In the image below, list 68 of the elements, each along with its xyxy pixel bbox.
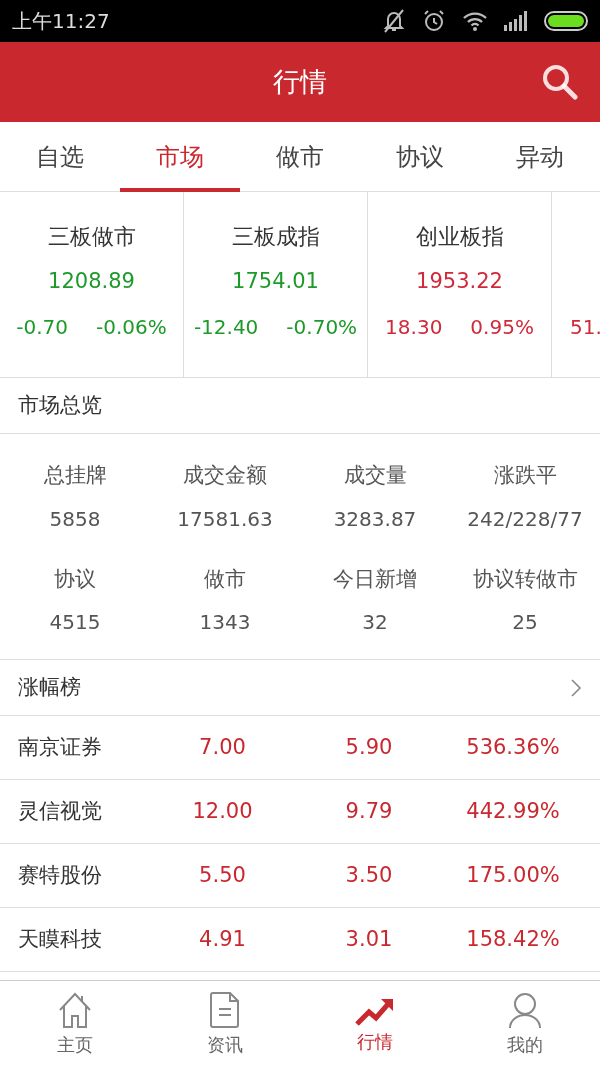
index-value: 1953.22 <box>416 268 503 295</box>
stock-price: 5.50 <box>198 861 247 889</box>
user-icon <box>507 990 543 1029</box>
nav-tab[interactable]: 我的 <box>450 981 600 1067</box>
stock-change: 3.01 <box>344 925 394 953</box>
stat-value: 1343 <box>198 609 252 636</box>
stat-value: 32 <box>361 609 389 636</box>
stat-value: 3283.87 <box>332 505 418 533</box>
index-change: 18.30 <box>385 313 443 341</box>
stat-label: 做市 <box>203 565 247 593</box>
stock-change: 5.90 <box>344 733 394 761</box>
stock-change: 9.79 <box>344 797 394 825</box>
index-change: 51. <box>570 313 600 341</box>
section-title: 涨幅榜 <box>18 673 81 701</box>
stat-value: 242/228/77 <box>466 505 584 533</box>
stock-price: 7.00 <box>198 733 247 761</box>
search-icon[interactable] <box>542 64 578 100</box>
chevron-right-icon <box>570 677 582 698</box>
stock-price: 4.91 <box>198 925 247 953</box>
home-icon <box>57 990 93 1029</box>
stock-percent: 442.99% <box>465 797 561 825</box>
stock-percent: 158.42% <box>465 925 561 953</box>
index-percent: 0.95% <box>470 313 534 341</box>
stat-value: 4515 <box>48 609 102 636</box>
stat-label: 协议转做市 <box>471 565 579 593</box>
nav-tab[interactable]: 资讯 <box>150 981 300 1067</box>
index-change: -12.40 <box>193 313 259 341</box>
wifi-icon <box>462 11 488 31</box>
stock-name: 天瞙科技 <box>17 925 103 953</box>
index-value: 1208.89 <box>48 268 135 295</box>
page-title: 行情 <box>273 64 327 99</box>
document-icon <box>209 990 241 1029</box>
stock-name: 灵信视觉 <box>17 797 103 825</box>
stat-label: 成交量 <box>342 462 408 489</box>
stock-name: 赛特股份 <box>17 861 103 889</box>
index-percent: -0.06% <box>96 313 167 341</box>
clock-time: 上午11:27 <box>12 8 110 35</box>
stock-change: 3.50 <box>344 861 394 889</box>
stat-value: 25 <box>511 609 539 636</box>
nav-tab[interactable]: 行情 <box>300 981 450 1067</box>
index-value: 1754.01 <box>232 268 319 295</box>
tab[interactable]: 协议 <box>360 122 480 192</box>
battery-icon <box>544 11 588 31</box>
tab[interactable]: 做市 <box>240 122 360 192</box>
stat-label: 协议 <box>53 565 97 593</box>
stock-name: 南京证券 <box>17 733 103 761</box>
alarm-icon <box>422 9 446 33</box>
stock-percent: 536.36% <box>465 733 561 761</box>
index-change: -0.70 <box>16 313 68 341</box>
stat-label: 成交金额 <box>182 462 268 489</box>
tab[interactable]: 自选 <box>0 122 120 192</box>
nav-tab[interactable]: 主页 <box>0 981 150 1067</box>
muted-bell-icon <box>382 8 406 34</box>
gainers-header[interactable]: 涨幅榜 <box>0 660 600 716</box>
stat-value: 17581.63 <box>176 505 274 533</box>
stat-value: 5858 <box>48 505 102 533</box>
index-name: 三板成指 <box>231 223 320 251</box>
signal-icon <box>504 11 528 31</box>
index-name: 三板做市 <box>47 223 136 251</box>
stock-price: 12.00 <box>191 797 254 825</box>
stat-label: 涨跌平 <box>492 462 558 489</box>
index-name: 创业板指 <box>415 223 504 251</box>
stat-label: 总挂牌 <box>42 462 108 489</box>
stock-percent: 175.00% <box>465 861 561 889</box>
section-title: 市场总览 <box>18 391 102 419</box>
tab[interactable]: 异动 <box>480 122 600 192</box>
index-percent: -0.70% <box>286 313 358 341</box>
stat-label: 今日新增 <box>332 565 418 593</box>
